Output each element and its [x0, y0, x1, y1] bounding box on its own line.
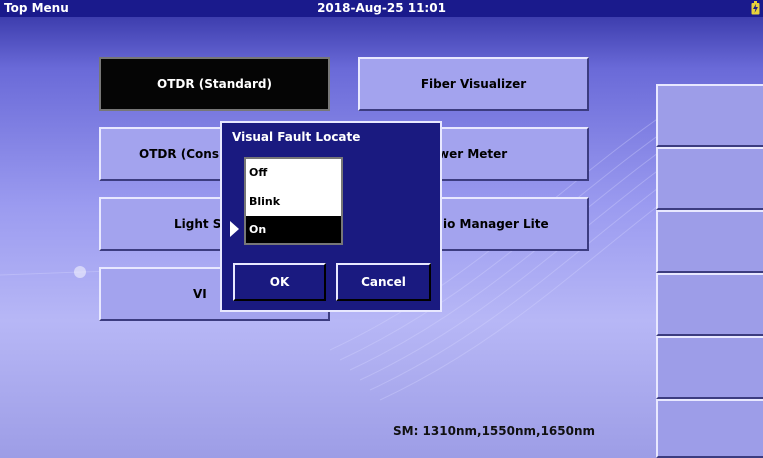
- option-on[interactable]: On: [246, 216, 341, 243]
- option-off[interactable]: Off: [246, 159, 341, 186]
- audio-manager-lite-label: io Manager Lite: [443, 217, 549, 231]
- ok-label: OK: [269, 275, 290, 289]
- otdr-standard-button[interactable]: OTDR (Standard): [99, 57, 330, 111]
- cancel-button[interactable]: Cancel: [336, 263, 431, 301]
- vfl-option-list: Off Blink On: [244, 157, 343, 245]
- soft-key-5[interactable]: [656, 336, 763, 399]
- soft-key-2[interactable]: [656, 147, 763, 210]
- otdr-standard-label: OTDR (Standard): [157, 77, 272, 91]
- soft-key-1[interactable]: [656, 84, 763, 147]
- wavelength-status: SM: 1310nm,1550nm,1650nm: [393, 424, 596, 438]
- fiber-visualizer-button[interactable]: Fiber Visualizer: [358, 57, 589, 111]
- battery-charging-icon: [751, 1, 760, 15]
- datetime: 2018-Aug-25 11:01: [317, 1, 446, 15]
- vip-label: VI: [193, 287, 207, 301]
- screen: Top Menu 2018-Aug-25 11:01 OTDR (Standar…: [0, 0, 763, 458]
- power-meter-label: wer Meter: [438, 147, 508, 161]
- soft-key-4[interactable]: [656, 273, 763, 336]
- option-blink[interactable]: Blink: [246, 188, 341, 215]
- soft-key-3[interactable]: [656, 210, 763, 273]
- fiber-visualizer-label: Fiber Visualizer: [420, 77, 527, 91]
- dialog-title: Visual Fault Locate: [232, 130, 361, 144]
- soft-key-6[interactable]: [656, 399, 763, 458]
- otdr-construction-label: OTDR (Cons: [139, 147, 219, 161]
- visual-fault-locate-dialog: Visual Fault Locate Off Blink On OK Canc…: [220, 121, 442, 312]
- ok-button[interactable]: OK: [233, 263, 326, 301]
- cancel-label: Cancel: [361, 275, 406, 289]
- light-source-label: Light S: [174, 217, 222, 231]
- title-bar: Top Menu 2018-Aug-25 11:01: [0, 0, 763, 17]
- selection-arrow-icon: [230, 221, 239, 237]
